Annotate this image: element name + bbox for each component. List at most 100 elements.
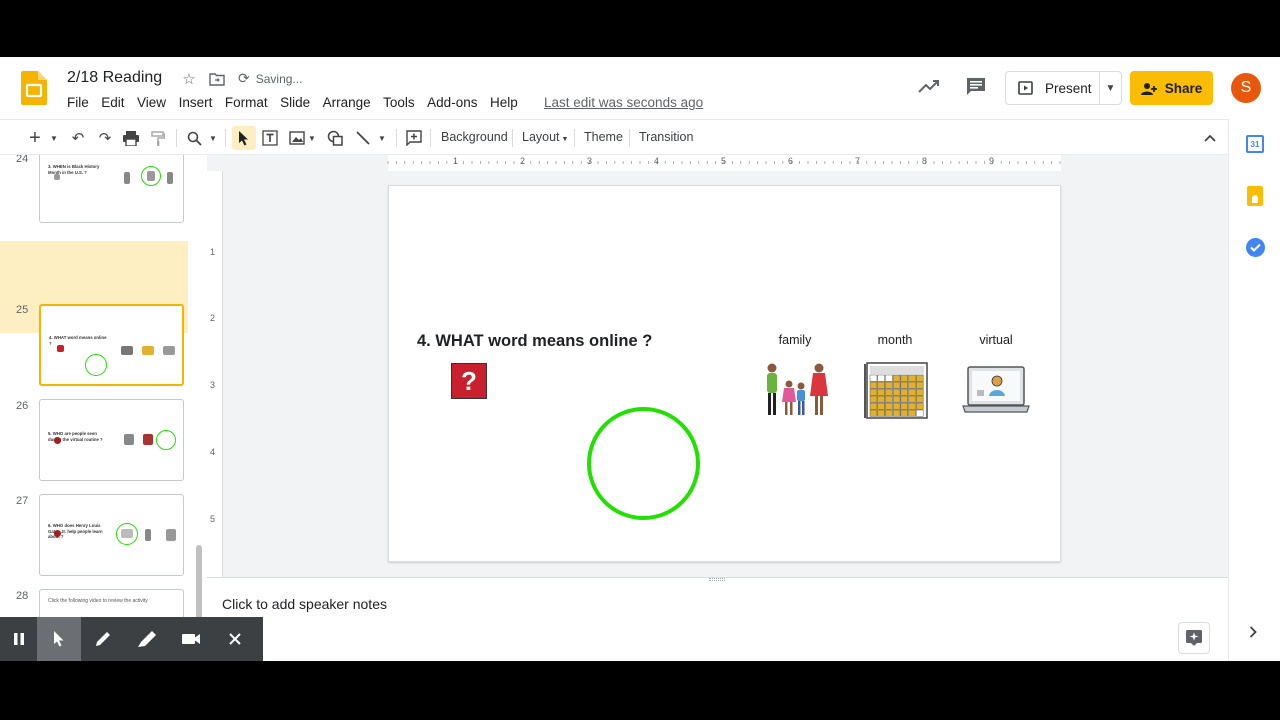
image-icon[interactable]: [287, 126, 307, 150]
speaker-notes[interactable]: Click to add speaker notes: [222, 596, 387, 612]
layout-button[interactable]: Layout ▼: [522, 130, 568, 144]
slide-number: 25: [16, 304, 29, 316]
slide-number: 28: [16, 590, 29, 602]
layout-dropdown-icon: ▼: [561, 136, 569, 143]
notes-resizer[interactable]: [207, 577, 1228, 585]
pointer-icon[interactable]: [37, 617, 81, 661]
transition-button[interactable]: Transition: [639, 130, 693, 144]
menu-format[interactable]: Format: [225, 95, 268, 110]
theme-button[interactable]: Theme: [584, 130, 623, 144]
current-slide[interactable]: 4. WHAT word means online ? ? family mon…: [388, 185, 1061, 562]
slide-thumb-24[interactable]: 24 3. WHEN is Black History Month in the…: [0, 155, 188, 245]
line-dropdown-icon[interactable]: ▼: [376, 126, 388, 150]
slide-number: 27: [16, 495, 29, 507]
close-icon[interactable]: [213, 617, 257, 661]
ruler-label: 9: [989, 156, 995, 166]
tasks-icon[interactable]: [1246, 238, 1265, 257]
zoom-icon[interactable]: [184, 126, 204, 150]
select-pointer-icon[interactable]: [232, 126, 256, 150]
menu-arrange[interactable]: Arrange: [323, 95, 371, 110]
menu-slide[interactable]: Slide: [280, 95, 310, 110]
new-slide-icon[interactable]: +: [26, 126, 44, 150]
save-status-text: Saving...: [255, 71, 303, 86]
share-label: Share: [1164, 80, 1203, 96]
layout-label: Layout: [522, 130, 560, 144]
undo-icon[interactable]: ↶: [68, 126, 88, 150]
highlighter-icon[interactable]: [125, 617, 169, 661]
menu-addons[interactable]: Add-ons: [427, 95, 477, 110]
menu-tools[interactable]: Tools: [383, 95, 415, 110]
slide-number: 24: [16, 155, 29, 165]
background-button[interactable]: Background: [441, 130, 508, 144]
image-dropdown-icon[interactable]: ▼: [307, 126, 317, 150]
slide-number: 26: [16, 400, 29, 412]
slide-thumb-28[interactable]: 28 Click the following video to review t…: [0, 526, 188, 661]
present-dropdown-arrow[interactable]: ▼: [1100, 83, 1121, 94]
laptop-virtual-icon[interactable]: [961, 366, 1031, 414]
side-panel: 31: [1228, 119, 1280, 661]
zoom-dropdown-icon[interactable]: ▼: [207, 126, 219, 150]
slide-preview: 3. WHEN is Black History Month in the U.…: [39, 155, 184, 223]
redo-icon[interactable]: ↷: [95, 126, 115, 150]
explore-icon: [1186, 630, 1202, 646]
present-label: Present: [1045, 80, 1092, 96]
sync-icon: ⟳: [238, 70, 250, 86]
ruler-label: 5: [210, 514, 216, 524]
choice-label-family[interactable]: family: [755, 333, 835, 347]
present-icon: [1018, 81, 1033, 95]
avatar[interactable]: S: [1231, 73, 1261, 103]
expand-panel-icon[interactable]: [1249, 625, 1257, 643]
menu-bar: File Edit View Insert Format Slide Arran…: [67, 95, 530, 110]
shape-icon[interactable]: [325, 126, 345, 150]
question-mark-icon[interactable]: ?: [451, 363, 487, 399]
last-edit-link[interactable]: Last edit was seconds ago: [544, 95, 703, 110]
present-button[interactable]: Present ▼: [1005, 71, 1122, 105]
choice-label-month[interactable]: month: [855, 333, 935, 347]
slides-logo-icon[interactable]: [21, 71, 47, 105]
question-mark-glyph: ?: [461, 365, 477, 396]
calendar-month-icon[interactable]: [863, 362, 929, 420]
ruler-label: 1: [453, 156, 459, 166]
slide-filmstrip: 24 3. WHEN is Black History Month in the…: [0, 155, 196, 661]
menu-file[interactable]: File: [67, 95, 89, 110]
save-status: ⟳ Saving...: [238, 70, 302, 87]
print-icon[interactable]: [121, 126, 141, 150]
question-text[interactable]: 4. WHAT word means online ?: [417, 332, 652, 351]
menu-insert[interactable]: Insert: [179, 95, 213, 110]
ruler-label: 4: [654, 156, 660, 166]
ruler-label: 6: [788, 156, 794, 166]
slide-thumb-25[interactable]: 25 4. WHAT word means online ?: [0, 241, 188, 386]
menu-help[interactable]: Help: [490, 95, 518, 110]
move-folder-icon[interactable]: [208, 70, 226, 88]
slide-thumb-27[interactable]: 27 6. WHO does Henry Louis Gates Jr. hel…: [0, 431, 188, 576]
app-window: 2/18 Reading ☆ ⟳ Saving... File Edit Vie…: [0, 57, 1280, 661]
trend-icon[interactable]: [918, 78, 940, 94]
document-title[interactable]: 2/18 Reading: [67, 69, 162, 87]
pen-icon[interactable]: [81, 617, 125, 661]
comment-icon[interactable]: [966, 77, 986, 96]
keep-icon[interactable]: [1247, 186, 1263, 206]
menu-edit[interactable]: Edit: [101, 95, 124, 110]
collapse-toolbar-icon[interactable]: [1200, 126, 1220, 150]
line-icon[interactable]: [353, 126, 373, 150]
recorder-toolbar: [0, 617, 263, 661]
explore-button[interactable]: [1178, 622, 1210, 654]
filmstrip-scrollbar[interactable]: [196, 545, 202, 623]
pause-icon[interactable]: [0, 617, 37, 661]
answer-circle[interactable]: [587, 407, 700, 520]
star-icon[interactable]: ☆: [180, 70, 198, 88]
vertical-ruler: 1 2 3 4 5: [207, 171, 223, 577]
new-slide-dropdown-icon[interactable]: ▼: [48, 126, 60, 150]
family-icon[interactable]: [761, 362, 831, 418]
ruler-label: 3: [210, 380, 216, 390]
text-box-icon[interactable]: [260, 126, 280, 150]
choice-label-virtual[interactable]: virtual: [956, 333, 1036, 347]
camera-icon[interactable]: [169, 617, 213, 661]
menu-view[interactable]: View: [137, 95, 166, 110]
add-comment-icon[interactable]: [404, 126, 424, 150]
paint-format-icon[interactable]: [148, 126, 168, 150]
slide-thumb-26[interactable]: 26 5. WHO are people seen during the vir…: [0, 336, 188, 481]
share-button[interactable]: Share: [1130, 71, 1213, 105]
calendar-icon[interactable]: 31: [1246, 135, 1264, 153]
ruler-label: 3: [587, 156, 593, 166]
